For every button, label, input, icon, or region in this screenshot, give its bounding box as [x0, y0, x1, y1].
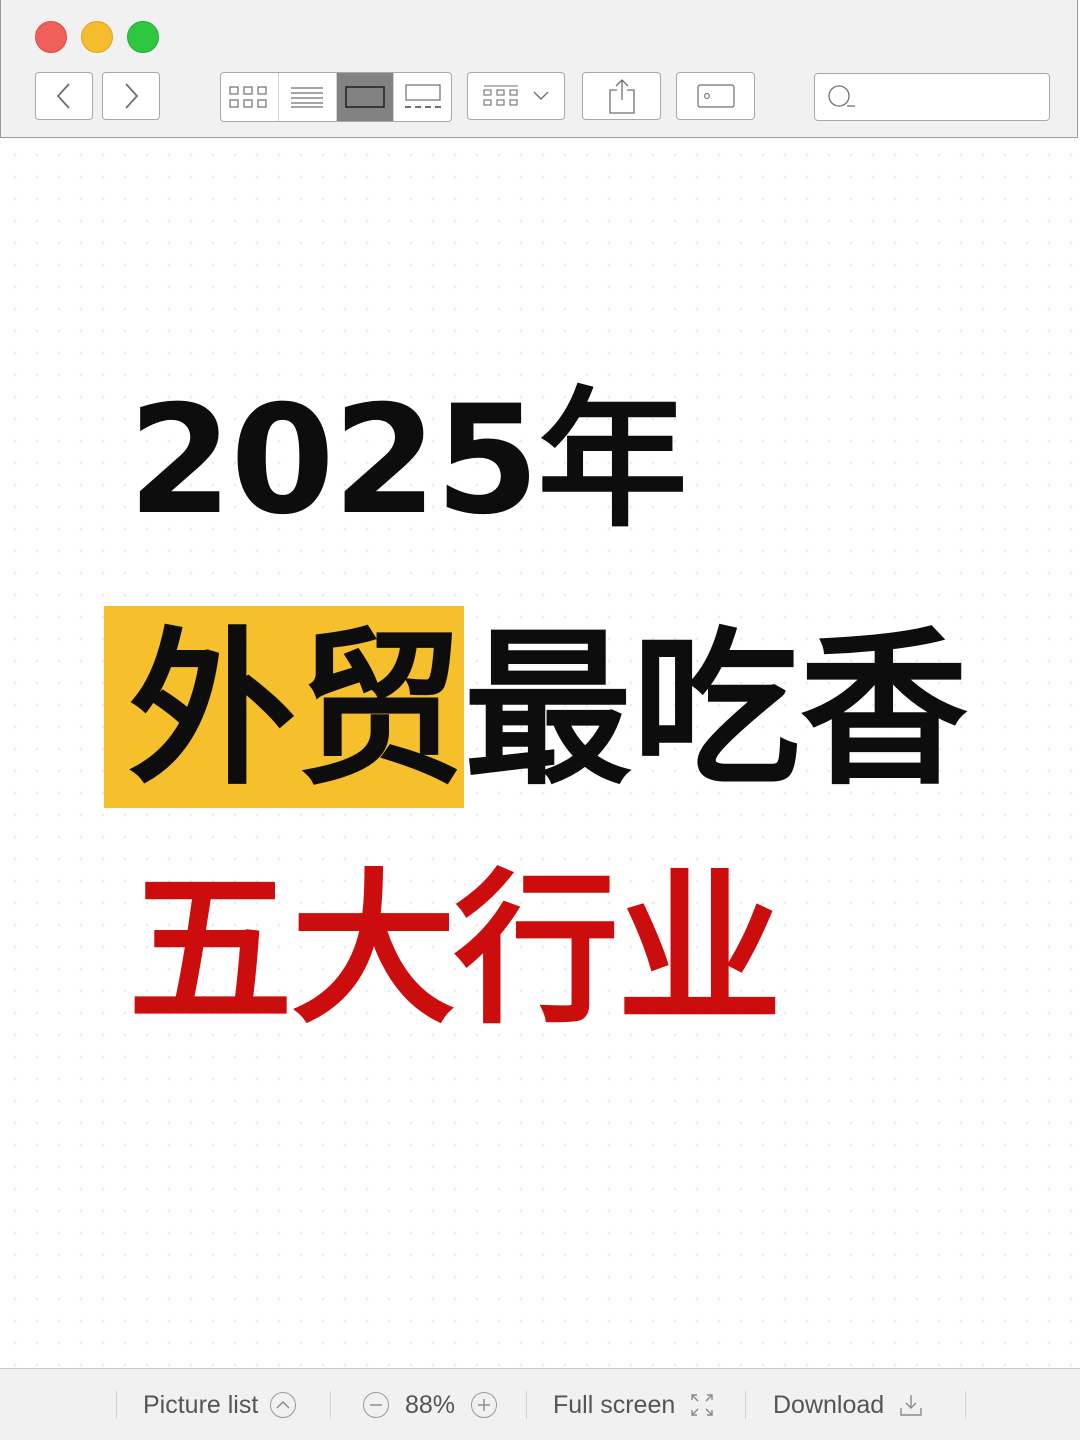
filmstrip-view-button[interactable] [393, 73, 451, 121]
bottom-bar: Picture list 88% Full screen Download [0, 1368, 1080, 1440]
chevron-right-icon [125, 83, 139, 109]
download-button[interactable]: Download [773, 1369, 922, 1441]
zoom-out-button[interactable] [363, 1392, 389, 1418]
list-view-button[interactable] [277, 73, 336, 121]
plus-icon [478, 1399, 491, 1411]
share-button[interactable] [582, 72, 661, 120]
headline-year: 2025年 [128, 374, 687, 548]
picture-list-label: Picture list [143, 1390, 259, 1419]
picture-list-button[interactable]: Picture list [143, 1369, 297, 1441]
headline-line-2: 外贸 最吃香 [104, 606, 968, 808]
divider [116, 1391, 117, 1419]
zoom-control: 88% [363, 1369, 498, 1441]
back-button[interactable] [35, 72, 93, 120]
list-view-icon [291, 87, 324, 108]
headline-line-3: 五大行业 [128, 854, 782, 1046]
full-screen-button[interactable]: Full screen [553, 1369, 713, 1441]
download-icon [900, 1395, 922, 1416]
share-icon [608, 79, 635, 114]
zoom-level: 88% [405, 1390, 456, 1419]
single-view-button[interactable] [335, 73, 394, 121]
minus-icon [370, 1404, 382, 1406]
close-window-button[interactable] [35, 21, 67, 53]
group-menu-button[interactable] [467, 72, 565, 120]
divider [965, 1391, 966, 1419]
chevron-up-icon [270, 1392, 297, 1418]
window-toolbar [0, 0, 1078, 138]
filmstrip-view-icon [404, 84, 441, 108]
single-view-icon [345, 86, 385, 108]
divider [526, 1391, 527, 1419]
chevron-left-icon [56, 83, 70, 109]
highlighted-text: 外贸 [104, 606, 464, 808]
tag-button[interactable] [676, 72, 755, 120]
view-mode-control [220, 72, 452, 122]
forward-button[interactable] [102, 72, 160, 120]
zoom-window-button[interactable] [127, 21, 159, 53]
headline-line-2-rest: 最吃香 [464, 612, 968, 808]
search-icon [828, 85, 855, 107]
tag-icon [696, 84, 735, 108]
grid-view-button[interactable] [221, 73, 278, 121]
full-screen-label: Full screen [553, 1390, 676, 1419]
chevron-down-icon [533, 91, 549, 100]
image-canvas: 2025年 外贸 最吃香 五大行业 [0, 138, 1080, 1368]
minimize-window-button[interactable] [81, 21, 113, 53]
search-field[interactable] [814, 73, 1050, 121]
expand-icon [691, 1394, 713, 1416]
grid-view-icon [229, 86, 267, 108]
zoom-in-button[interactable] [471, 1392, 498, 1418]
group-grid-icon [483, 85, 518, 106]
divider [330, 1391, 331, 1419]
download-label: Download [773, 1390, 885, 1419]
divider [745, 1391, 746, 1419]
